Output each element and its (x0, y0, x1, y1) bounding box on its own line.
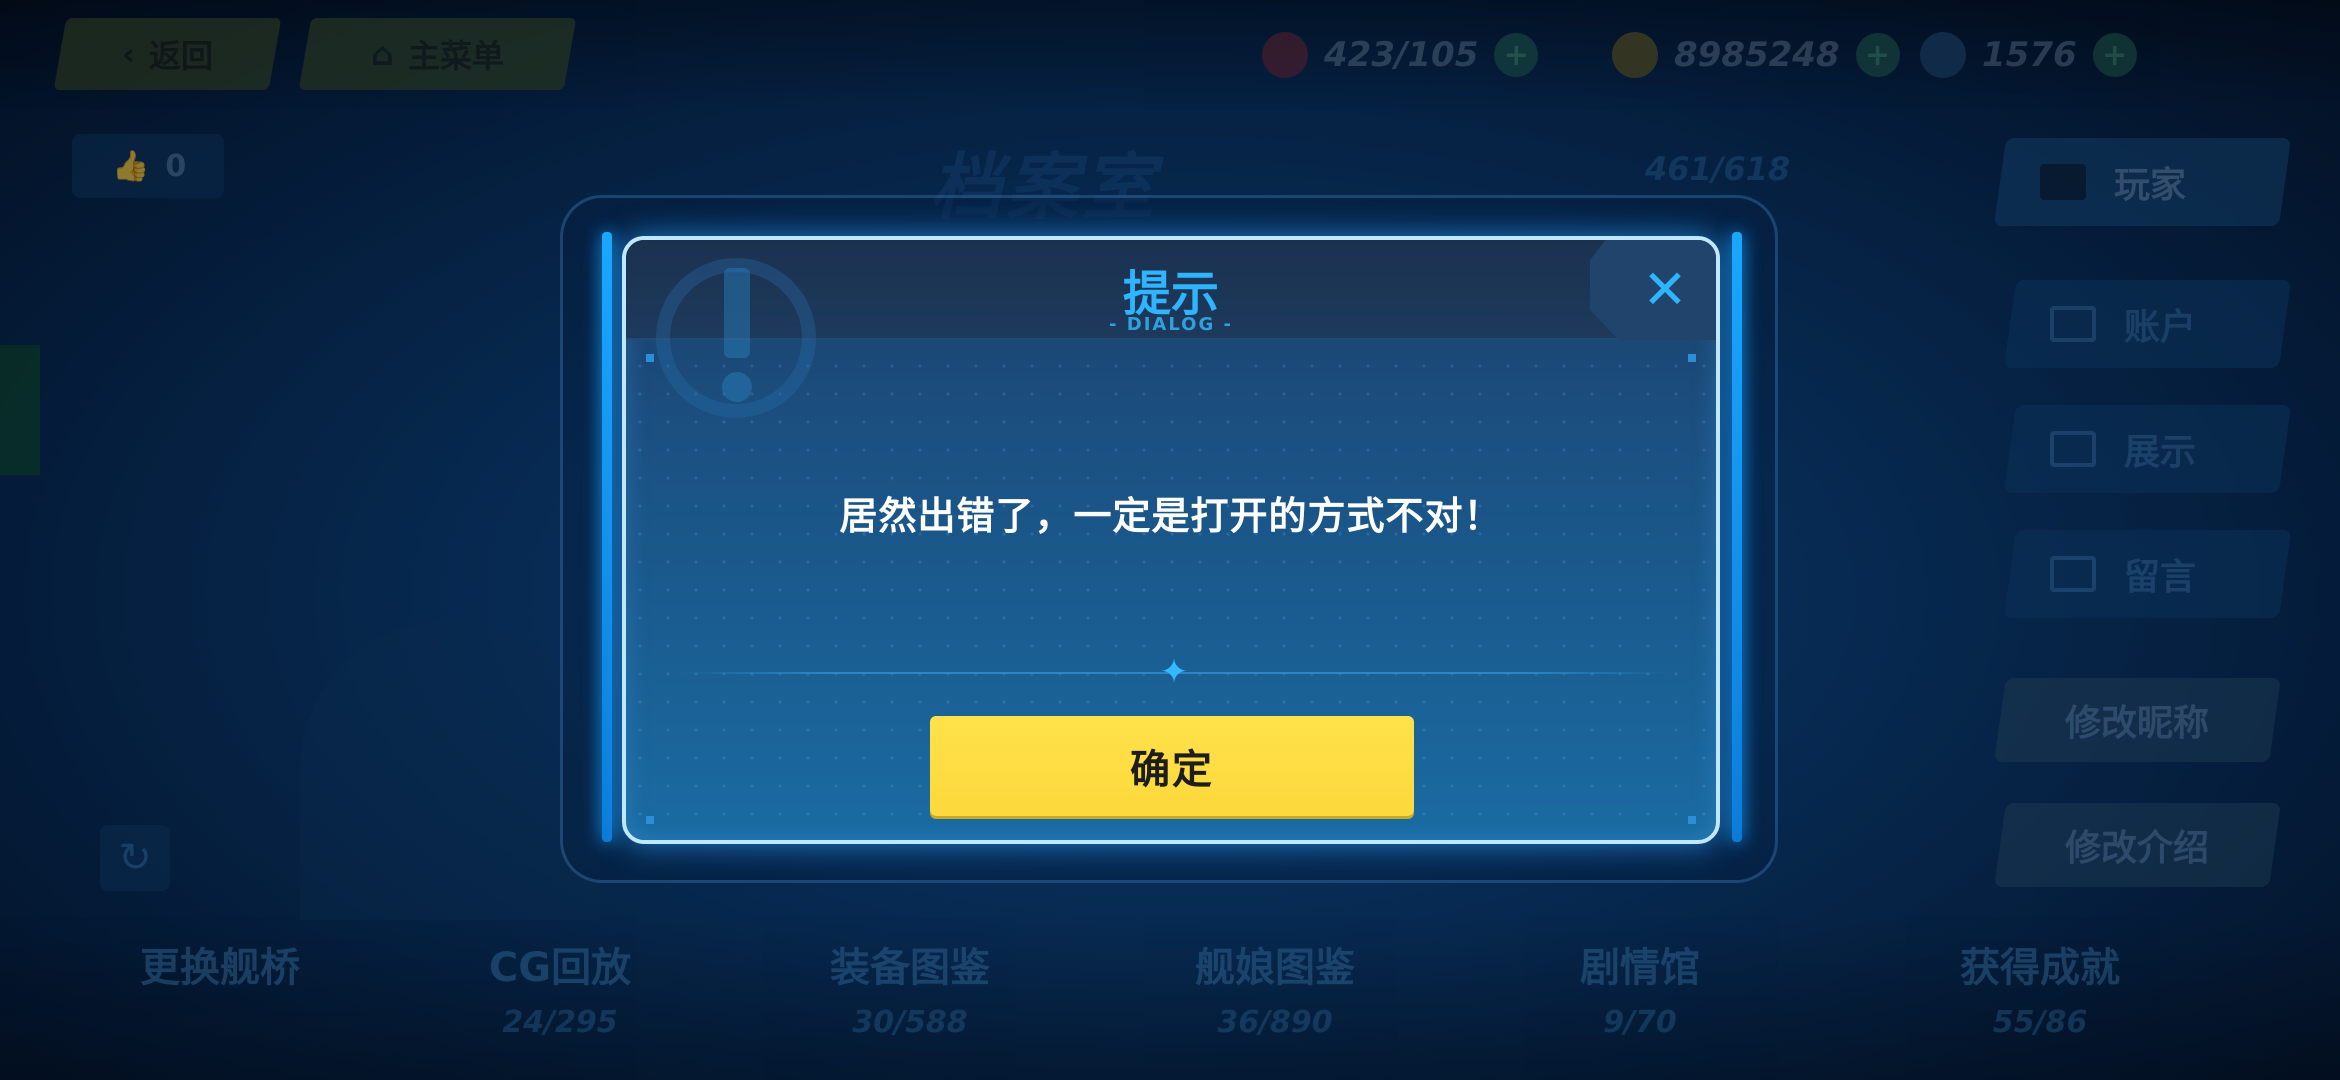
tab-label: 剧情馆 (1580, 945, 1700, 991)
tab-count: 55/86 (1992, 1005, 2088, 1040)
tab-story[interactable]: 剧情馆 9/70 (1480, 935, 1800, 1040)
edit-nickname-button[interactable]: 修改昵称 (1994, 678, 2281, 762)
edit-intro-button[interactable]: 修改介绍 (1994, 803, 2281, 887)
corner-marker (646, 816, 654, 824)
tab-label: 舰娘图鉴 (1195, 945, 1355, 991)
dialog-header: 提示 - DIALOG - ✕ (626, 240, 1716, 418)
tab-label: 获得成就 (1960, 945, 2120, 991)
dialog-subtitle: - DIALOG - (1109, 314, 1233, 335)
add-icon[interactable]: + (2092, 33, 2137, 77)
resource-value: 423/105 (1324, 35, 1479, 75)
thumbs-up-icon: 👍 (112, 148, 150, 184)
resource-value: 8985248 (1674, 35, 1840, 75)
tab-cg-replay[interactable]: CG回放 24/295 (400, 935, 720, 1040)
tab-achievements[interactable]: 获得成就 55/86 (1880, 935, 2200, 1040)
corner-marker (646, 354, 654, 362)
main-menu-label: 主菜单 (407, 37, 504, 75)
sidebar-item-message[interactable]: 留言 (2003, 530, 2292, 618)
like-counter[interactable]: 👍 0 (72, 134, 224, 198)
confirm-label: 确定 (1130, 747, 1214, 793)
resource-ruby: 423/105 + (1262, 30, 1539, 80)
close-icon: ✕ (1642, 258, 1688, 321)
add-icon[interactable]: + (1855, 33, 1900, 77)
tab-label: 装备图鉴 (830, 945, 990, 991)
sidebar-item-player[interactable]: 玩家 (1993, 138, 2292, 226)
dialog-message: 居然出错了，一定是打开的方式不对！ (839, 494, 1503, 538)
back-label: 返回 (149, 37, 214, 75)
tab-change-bridge[interactable]: 更换舰桥 (60, 935, 380, 1005)
coin-icon (1612, 32, 1658, 78)
add-icon[interactable]: + (1494, 33, 1539, 77)
tab-label: 更换舰桥 (140, 945, 300, 991)
ruby-icon (1262, 32, 1308, 78)
corner-marker (1688, 354, 1696, 362)
tab-shipgirl-catalog[interactable]: 舰娘图鉴 36/890 (1115, 935, 1435, 1040)
resource-coin: 8985248 + (1612, 30, 1900, 80)
account-icon (2050, 306, 2096, 342)
warning-dot (722, 372, 752, 402)
dialog-glow-left (602, 232, 612, 842)
sidebar-item-label: 展示 (2124, 432, 2197, 473)
refresh-icon[interactable]: ↻ (100, 825, 170, 891)
main-menu-button[interactable]: ⌂ 主菜单 (298, 18, 577, 90)
corner-marker (1688, 816, 1696, 824)
tab-label: CG回放 (488, 945, 632, 991)
back-button[interactable]: ‹ 返回 (53, 18, 282, 90)
home-icon: ⌂ (371, 35, 394, 73)
tab-count: 36/890 (1217, 1005, 1333, 1040)
confirm-button[interactable]: 确定 (930, 716, 1414, 816)
id-card-icon (2040, 164, 2086, 200)
edit-nickname-label: 修改昵称 (2065, 703, 2210, 744)
character-silhouette (300, 620, 600, 920)
sidebar-item-label: 留言 (2124, 557, 2197, 598)
crystal-icon (1920, 32, 1966, 78)
sidebar-item-showcase[interactable]: 展示 (2003, 405, 2292, 493)
edit-intro-label: 修改介绍 (2065, 828, 2210, 869)
close-button[interactable]: ✕ (1590, 240, 1716, 340)
error-dialog: 提示 - DIALOG - ✕ 居然出错了，一定是打开的方式不对！ ✦ 确定 (622, 236, 1720, 844)
resource-value: 1576 (1982, 35, 2077, 75)
resource-crystal: 1576 + (1920, 30, 2137, 80)
sidebar-item-label: 玩家 (2114, 165, 2187, 206)
tab-equipment-catalog[interactable]: 装备图鉴 30/588 (750, 935, 1070, 1040)
like-count: 0 (165, 148, 187, 184)
chevron-left-icon: ‹ (121, 35, 136, 73)
sidebar-item-label: 账户 (2124, 307, 2197, 348)
sparkle-icon: ✦ (1159, 652, 1189, 692)
tab-count: 9/70 (1603, 1005, 1677, 1040)
tab-count: 30/588 (852, 1005, 968, 1040)
tab-count: 24/295 (502, 1005, 618, 1040)
showcase-icon (2050, 431, 2096, 467)
sidebar-item-account[interactable]: 账户 (2003, 280, 2292, 368)
message-icon (2050, 556, 2096, 592)
dialog-glow-right (1732, 232, 1742, 842)
collection-count: 461/618 (1645, 150, 1791, 188)
side-tab (0, 345, 40, 475)
